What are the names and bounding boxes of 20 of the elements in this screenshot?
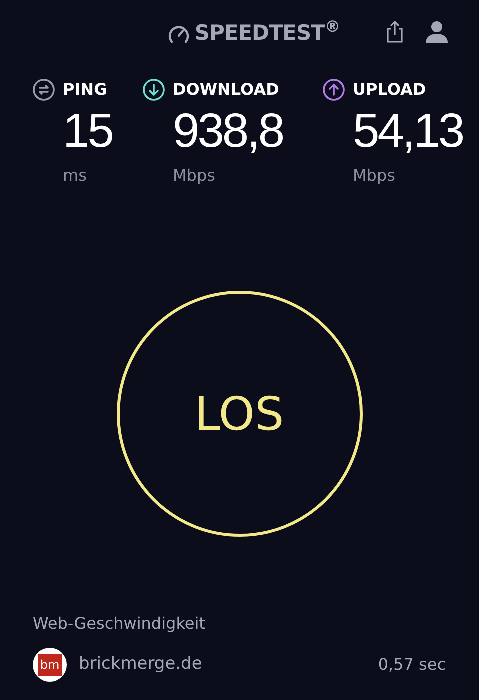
metric-unit: ms bbox=[63, 165, 88, 187]
site-logo: bm bbox=[33, 648, 67, 682]
user-icon[interactable] bbox=[425, 20, 449, 44]
load-time: 0,57 sec bbox=[378, 654, 446, 676]
upload-icon bbox=[323, 79, 345, 101]
metric-label: UPLOAD bbox=[353, 79, 426, 101]
section-title: Web-Geschwindigkeit bbox=[33, 613, 206, 635]
metric-unit: Mbps bbox=[353, 165, 396, 187]
brand-logo: SPEEDTEST$^{®}$ bbox=[194, 18, 340, 48]
site-name: brickmerge.de bbox=[79, 653, 204, 676]
metric-label: DOWNLOAD bbox=[173, 79, 280, 101]
share-icon[interactable] bbox=[385, 20, 405, 44]
metric-value: 54,13 bbox=[353, 104, 464, 160]
download-icon bbox=[143, 79, 165, 101]
metric-value: 15 bbox=[63, 104, 112, 160]
metric-label: PING bbox=[63, 79, 108, 101]
arrows-icon bbox=[33, 79, 55, 101]
start-button[interactable]: LOS bbox=[116, 291, 362, 537]
metric-unit: Mbps bbox=[173, 165, 216, 187]
metric-value: 938,8 bbox=[173, 104, 284, 160]
